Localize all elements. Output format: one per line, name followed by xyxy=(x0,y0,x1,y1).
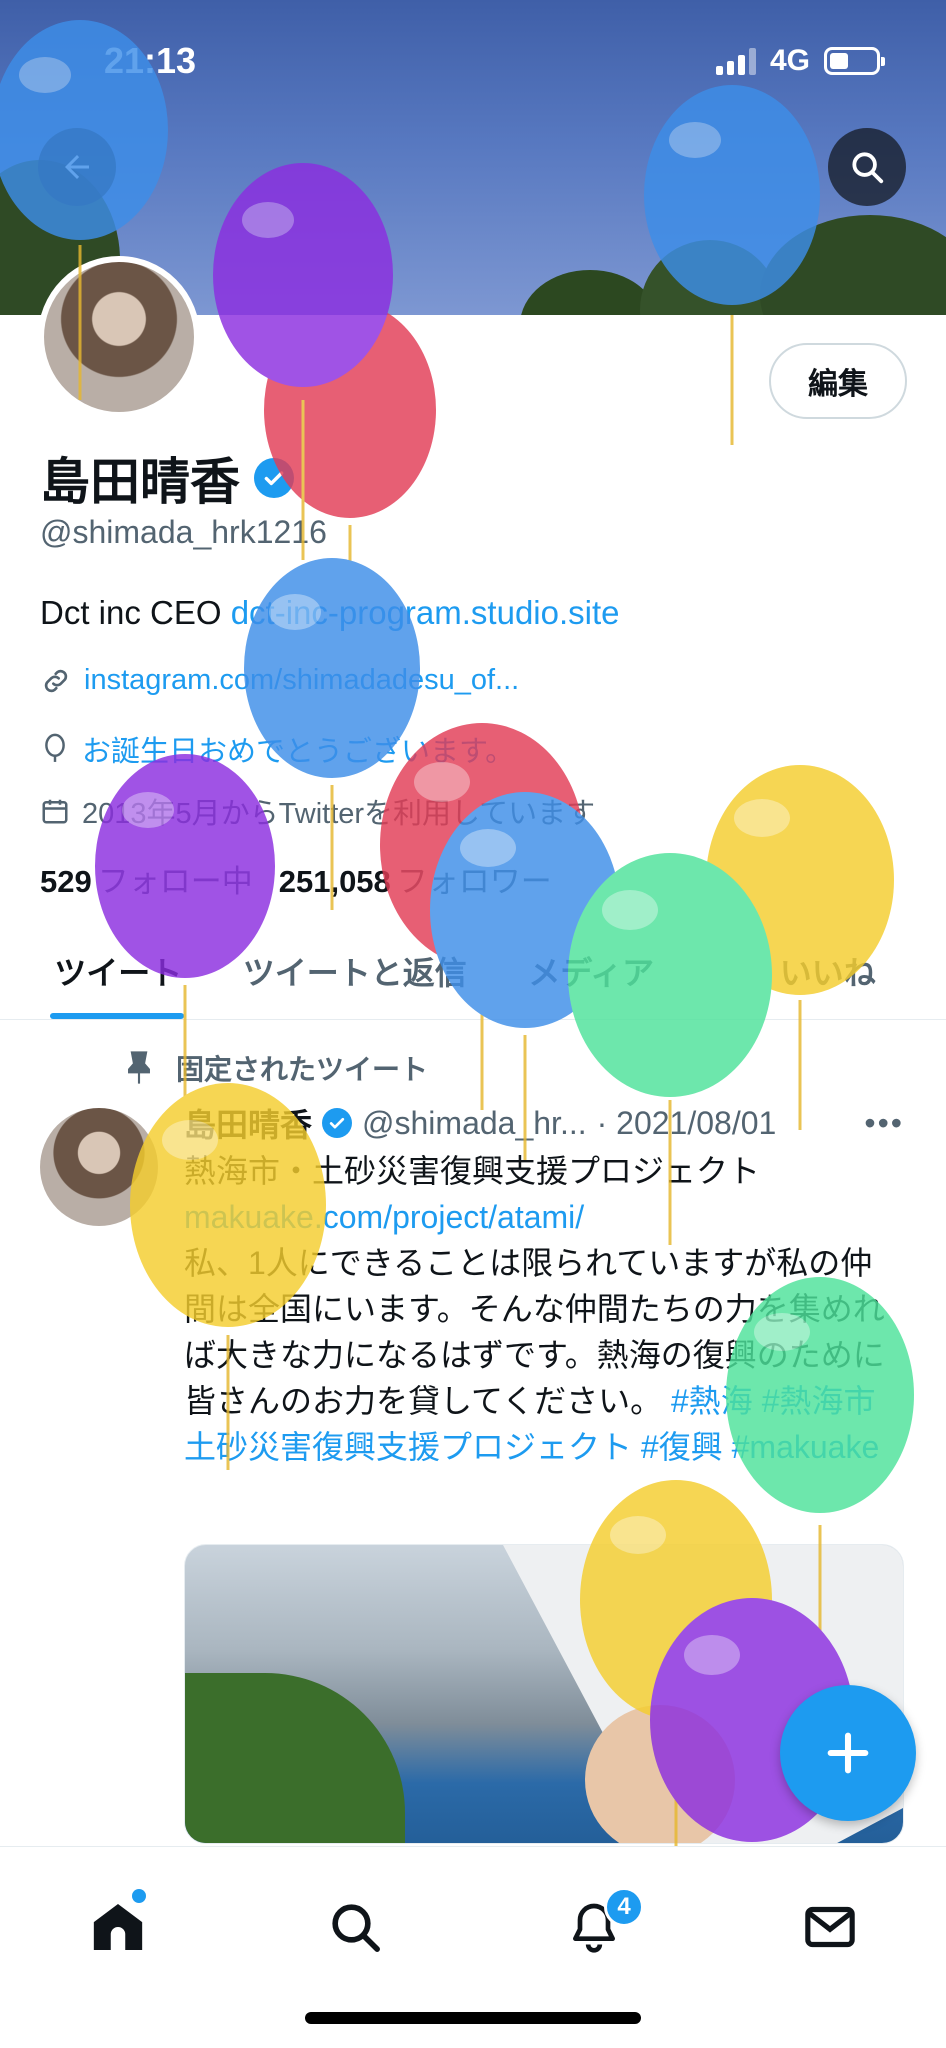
tweet-line: 熱海市・土砂災害復興支援プロジェクト xyxy=(184,1153,761,1189)
back-button[interactable] xyxy=(38,128,116,206)
edit-profile-button[interactable]: 編集 xyxy=(769,343,907,419)
search-button[interactable] xyxy=(828,128,906,206)
home-icon[interactable] xyxy=(88,1897,148,1957)
search-icon[interactable] xyxy=(325,1897,385,1957)
following-count: 529 xyxy=(40,864,92,899)
following-stat[interactable]: 529 フォロー中 xyxy=(40,856,253,901)
status-indicators: 4G xyxy=(715,44,885,78)
profile-handle: @shimada_hrk1216 xyxy=(40,514,327,550)
notification-badge: 4 xyxy=(604,1887,644,1927)
website-row: instagram.com/shimadadesu_of... xyxy=(40,664,519,697)
follow-stats: 529 フォロー中 251,058 フォロワー xyxy=(40,856,552,901)
tweet-media-image[interactable] xyxy=(184,1544,904,1844)
profile-name-text: 島田晴香 xyxy=(40,454,240,510)
tweet-date: · 2021/08/01 xyxy=(596,1104,777,1141)
profile-tabs: ツイート ツイートと返信 メディア いいね xyxy=(0,922,946,1020)
tweet-body: 熱海市・土砂災害復興支援プロジェクト makuake.com/project/a… xyxy=(184,1148,904,1470)
followers-stat[interactable]: 251,058 フォロワー xyxy=(279,856,552,901)
hashtag-link[interactable]: #復興 xyxy=(641,1429,723,1465)
birthday-row: お誕生日おめでとうございます。 xyxy=(40,728,514,770)
balloon-icon xyxy=(45,733,65,762)
profile-avatar[interactable] xyxy=(38,256,200,418)
home-new-dot xyxy=(132,1889,146,1903)
bio-text: Dct inc CEO xyxy=(40,594,231,631)
tweet-author-handle: @shimada_hr... xyxy=(362,1104,587,1141)
profile-bio: Dct inc CEO dct-inc-program.studio.site xyxy=(40,594,620,632)
battery-icon xyxy=(824,47,885,75)
joined-row: 2013年5月からTwitterを利用しています xyxy=(40,790,595,832)
pinned-label: 固定されたツイート xyxy=(176,1054,429,1085)
pinned-indicator: 固定されたツイート xyxy=(124,1048,428,1088)
more-options-icon[interactable]: ••• xyxy=(864,1105,904,1142)
verified-badge-icon xyxy=(254,458,294,498)
tab-likes[interactable]: いいね xyxy=(710,922,946,1019)
hashtag-link[interactable]: #熱海 xyxy=(671,1383,753,1419)
tweet-header: 島田晴香 @shimada_hr... · 2021/08/01 ••• xyxy=(184,1100,904,1146)
tab-tweets-and-replies[interactable]: ツイートと返信 xyxy=(237,922,474,1019)
network-type: 4G xyxy=(769,44,810,77)
tab-media[interactable]: メディア xyxy=(473,922,710,1019)
search-icon xyxy=(852,152,884,184)
following-label: フォロー中 xyxy=(97,864,253,899)
hashtag-link[interactable]: #makuake xyxy=(732,1429,880,1465)
home-indicator xyxy=(305,2012,641,2024)
mail-icon[interactable] xyxy=(800,1897,860,1957)
tweet-author-name[interactable]: 島田晴香 xyxy=(184,1100,312,1146)
signal-icon xyxy=(715,47,756,75)
followers-label: フォロワー xyxy=(396,864,552,899)
status-time: 21:13 xyxy=(104,40,197,81)
tweet-link[interactable]: makuake.com/project/atami/ xyxy=(184,1194,904,1240)
joined-text: 2013年5月からTwitterを利用しています xyxy=(82,798,596,830)
followers-count: 251,058 xyxy=(278,864,391,899)
website-link[interactable]: instagram.com/shimadadesu_of... xyxy=(84,664,519,697)
back-arrow-icon xyxy=(65,155,89,179)
tab-tweets[interactable]: ツイート xyxy=(0,922,237,1019)
calendar-icon xyxy=(42,799,68,824)
compose-tweet-button[interactable] xyxy=(780,1685,916,1821)
birthday-text: お誕生日おめでとうございます。 xyxy=(82,736,515,768)
verified-badge-icon xyxy=(322,1108,353,1138)
tweet-avatar[interactable] xyxy=(40,1108,158,1226)
link-icon xyxy=(44,669,68,692)
bio-link[interactable]: dct-inc-program.studio.site xyxy=(231,594,620,631)
pin-icon xyxy=(128,1051,150,1084)
profile-name: 島田晴香 xyxy=(40,442,294,514)
plus-icon xyxy=(827,1732,869,1774)
